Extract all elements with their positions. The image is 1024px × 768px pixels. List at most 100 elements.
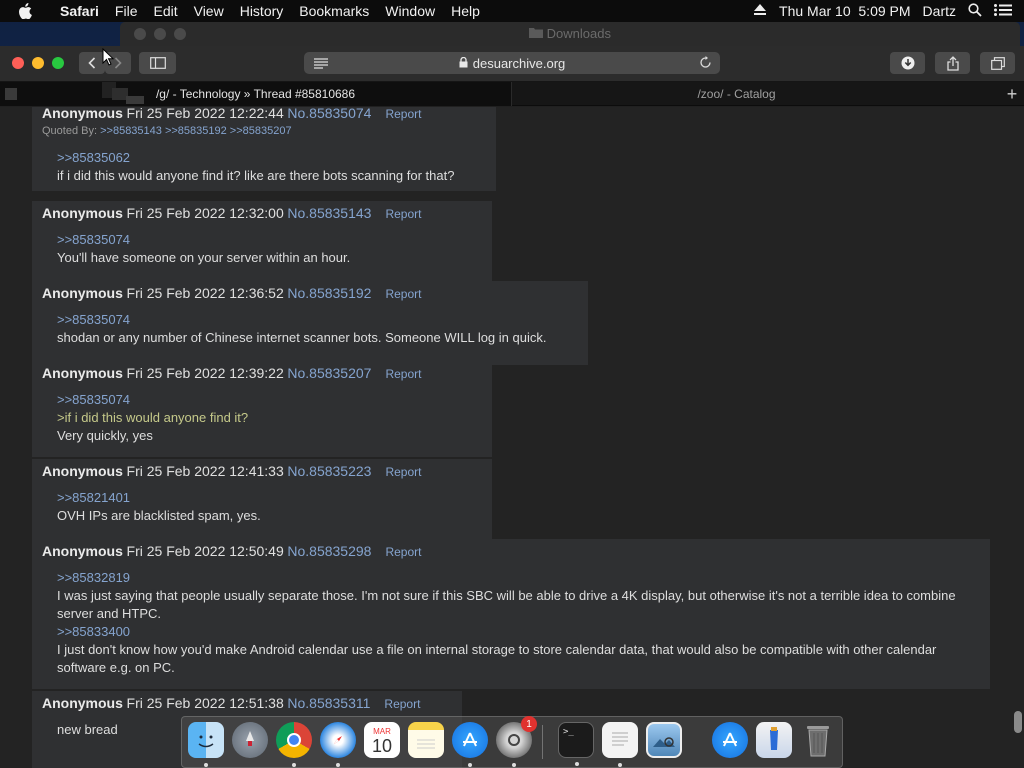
safari-window: desuarchive.org /g/ - Technology » Threa…: [0, 46, 1024, 768]
post-date: Fri 25 Feb 2022 12:22:44: [126, 107, 284, 121]
post-header: Anonymous Fri 25 Feb 2022 12:39:22 No.85…: [42, 365, 421, 381]
menu-edit[interactable]: Edit: [145, 0, 185, 22]
thread-post: Anonymous Fri 25 Feb 2022 12:32:00 No.85…: [32, 201, 492, 283]
spotlight-search-icon[interactable]: [968, 2, 982, 20]
post-author: Anonymous: [42, 205, 123, 221]
notes-icon[interactable]: [408, 722, 444, 758]
apple-menu-icon[interactable]: [14, 0, 36, 22]
address-bar[interactable]: desuarchive.org: [304, 52, 720, 74]
downloads-window-title: Downloads: [546, 26, 611, 41]
report-link[interactable]: Report: [385, 207, 421, 221]
report-link[interactable]: Report: [385, 545, 421, 559]
post-number-link[interactable]: No.85835143: [287, 205, 371, 221]
quote-link[interactable]: >>85821401: [57, 489, 476, 507]
running-indicator: [336, 763, 340, 767]
tab-label: /zoo/ - Catalog: [697, 87, 776, 101]
post-body: >>85835074 >if i did this would anyone fi…: [57, 391, 476, 445]
menu-history[interactable]: History: [232, 0, 292, 22]
post-author: Anonymous: [42, 285, 123, 301]
post-text-line: I was just saying that people usually se…: [57, 588, 956, 603]
menu-file[interactable]: File: [107, 0, 146, 22]
app-store-icon[interactable]: [452, 722, 488, 767]
safari-icon[interactable]: [320, 722, 356, 767]
tab-g-technology-thread[interactable]: /g/ - Technology » Thread #85810686: [0, 82, 511, 106]
report-link[interactable]: Report: [384, 697, 420, 711]
post-number-link[interactable]: No.85835192: [287, 285, 371, 301]
post-author: Anonymous: [42, 365, 123, 381]
preview-icon[interactable]: [646, 722, 682, 758]
quote-link[interactable]: >>85835074: [57, 231, 476, 249]
sidebar-icon: [149, 57, 166, 69]
report-link[interactable]: Report: [385, 107, 421, 121]
report-link[interactable]: Report: [385, 465, 421, 479]
page-content: Anonymous Fri 25 Feb 2022 12:22:44 No.85…: [0, 107, 1024, 768]
post-header: Anonymous Fri 25 Feb 2022 12:41:33 No.85…: [42, 463, 421, 479]
calendar-icon[interactable]: MAR 10: [364, 722, 400, 758]
report-link[interactable]: Report: [385, 367, 421, 381]
finder-icon[interactable]: [188, 722, 224, 767]
system-preferences-icon[interactable]: 1: [496, 716, 537, 767]
new-tab-button[interactable]: +: [1000, 82, 1024, 106]
reader-view-icon[interactable]: [314, 57, 328, 72]
user-name[interactable]: Dartz: [923, 3, 956, 19]
minimize-window-button[interactable]: [32, 57, 44, 69]
post-number-link[interactable]: No.85835207: [287, 365, 371, 381]
post-header: Anonymous Fri 25 Feb 2022 12:50:49 No.85…: [42, 543, 421, 559]
trash-icon[interactable]: [800, 722, 836, 758]
notification-center-icon[interactable]: [994, 3, 1012, 19]
post-number-link[interactable]: No.85835298: [287, 543, 371, 559]
quote-link[interactable]: >>85835074: [57, 391, 476, 409]
post-number-link[interactable]: No.85835074: [287, 107, 371, 121]
running-indicator: [468, 763, 472, 767]
quote-link[interactable]: >>85835074: [57, 311, 572, 329]
post-author: Anonymous: [42, 543, 123, 559]
close-tab-icon[interactable]: [5, 88, 17, 100]
tab-zoo-catalog[interactable]: /zoo/ - Catalog: [511, 82, 961, 106]
chevron-right-icon: [114, 57, 122, 69]
app-store-icon[interactable]: [712, 722, 748, 758]
terminal-icon[interactable]: >_: [558, 722, 594, 766]
downloads-button[interactable]: [890, 52, 925, 74]
post-author: Anonymous: [42, 463, 123, 479]
zoom-window-button[interactable]: [52, 57, 64, 69]
post-text-line: I just don't know how you'd make Android…: [57, 642, 937, 657]
calendar-day: 10: [371, 735, 393, 756]
notification-badge: 1: [521, 716, 537, 732]
quote-link[interactable]: >>85835062: [57, 149, 480, 167]
eject-icon[interactable]: [753, 3, 767, 19]
launchpad-icon[interactable]: [232, 722, 268, 758]
quoted-by-links[interactable]: >>85835143 >>85835192 >>85835207: [100, 125, 291, 137]
clock-datetime[interactable]: Thu Mar 10 5:09 PM: [779, 3, 911, 19]
post-number-link[interactable]: No.85835311: [287, 695, 370, 711]
menu-window[interactable]: Window: [377, 0, 443, 22]
post-text-line: OVH IPs are blacklisted spam, yes.: [57, 508, 261, 523]
sidebar-button[interactable]: [139, 52, 176, 74]
plus-icon: +: [1006, 83, 1018, 104]
menu-help[interactable]: Help: [443, 0, 488, 22]
post-body: >>85835074 You'll have someone on your se…: [57, 231, 476, 267]
share-button[interactable]: [935, 52, 970, 74]
scrollbar-thumb[interactable]: [1014, 711, 1022, 733]
post-body: >>85835062 if i did this would anyone fin…: [57, 149, 480, 185]
textedit-icon[interactable]: [602, 722, 638, 767]
show-all-tabs-button[interactable]: [980, 52, 1015, 74]
quoted-by: Quoted By: >>85835143 >>85835192 >>85835…: [42, 125, 292, 137]
dock-separator: [542, 725, 543, 759]
running-indicator: [292, 763, 296, 767]
url-text: desuarchive.org: [472, 55, 566, 71]
chrome-icon[interactable]: [276, 722, 312, 767]
menu-view[interactable]: View: [186, 0, 232, 22]
running-indicator: [204, 763, 208, 767]
thread-post: Anonymous Fri 25 Feb 2022 12:41:33 No.85…: [32, 459, 492, 543]
quote-link[interactable]: >>85832819: [57, 569, 974, 587]
quote-link[interactable]: >>85833400: [57, 623, 974, 641]
menu-bookmarks[interactable]: Bookmarks: [291, 0, 377, 22]
chevron-left-icon: [88, 57, 96, 69]
report-link[interactable]: Report: [385, 287, 421, 301]
close-window-button[interactable]: [12, 57, 24, 69]
post-author: Anonymous: [42, 107, 123, 121]
app-icon[interactable]: [756, 722, 792, 758]
post-number-link[interactable]: No.85835223: [287, 463, 371, 479]
menu-app-name[interactable]: Safari: [52, 0, 107, 22]
reload-icon[interactable]: [699, 56, 712, 72]
